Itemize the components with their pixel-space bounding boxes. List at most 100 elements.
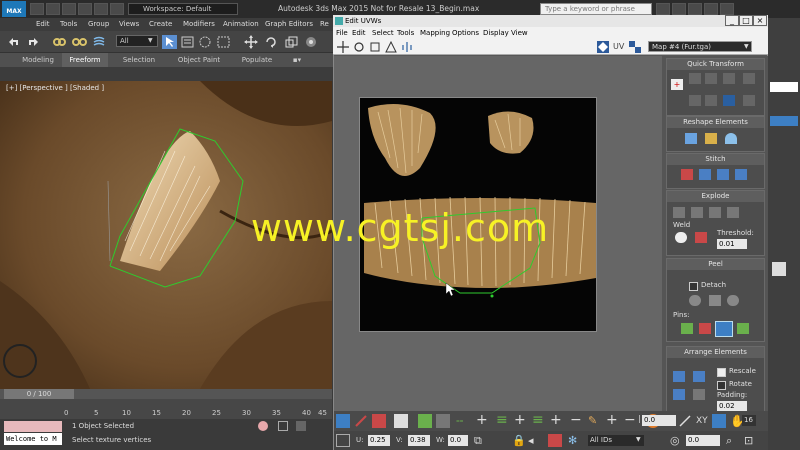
menu-rendering[interactable]: Re xyxy=(320,18,329,31)
show-hidden-icon[interactable]: ⧉ xyxy=(474,434,488,447)
link-icon[interactable] xyxy=(52,35,67,49)
shrink-selection-icon[interactable] xyxy=(436,414,450,428)
mirror-icon[interactable] xyxy=(401,41,413,53)
tab-selection[interactable]: Selection xyxy=(114,53,164,67)
bind-spacewarp-icon[interactable] xyxy=(92,35,107,49)
rollout-title[interactable]: Peel xyxy=(667,259,764,270)
cube-icon[interactable] xyxy=(772,262,786,276)
modifier-stack-selected[interactable] xyxy=(770,116,798,126)
menu-create[interactable]: Create xyxy=(149,18,172,31)
shrink-loop-icon[interactable]: ≡ xyxy=(496,413,510,427)
open-file-icon[interactable] xyxy=(46,3,60,15)
undo-arrow-icon[interactable] xyxy=(6,35,21,49)
uvw-menu-file[interactable]: File xyxy=(336,27,348,39)
paint-select-icon[interactable]: ✎ xyxy=(588,414,602,428)
uv-axis-label[interactable]: UV xyxy=(613,42,624,51)
loop-select-icon[interactable]: ≡ xyxy=(532,413,546,427)
ring-icon[interactable]: + xyxy=(514,413,528,427)
rotate-plus-90-icon[interactable] xyxy=(723,95,735,106)
straighten-icon[interactable] xyxy=(685,133,697,144)
detach-edge-icon[interactable] xyxy=(691,207,703,218)
menu-group[interactable]: Group xyxy=(88,18,109,31)
stitch-to-target-icon[interactable] xyxy=(681,169,693,180)
set-pivot-icon[interactable]: + xyxy=(671,79,683,90)
grow-selection-icon[interactable] xyxy=(418,414,432,428)
star-icon[interactable] xyxy=(704,3,718,15)
user-icon[interactable] xyxy=(688,3,702,15)
linear-align-icon[interactable] xyxy=(723,73,735,84)
reset-peel-icon[interactable] xyxy=(727,295,739,306)
limit-by-edge-icon[interactable] xyxy=(712,414,726,428)
align-vertical-icon[interactable] xyxy=(705,73,717,84)
absolute-offset-icon[interactable] xyxy=(336,434,350,447)
maxscript-mini-listener[interactable]: Welcome to M xyxy=(4,433,62,445)
rollout-title[interactable]: Explode xyxy=(667,191,764,202)
lock-selection-icon[interactable] xyxy=(258,421,268,431)
rotate-vertex-icon[interactable] xyxy=(353,41,365,53)
filter-selected-faces-icon[interactable] xyxy=(548,434,562,447)
place-icon[interactable] xyxy=(304,35,319,49)
flatten-icon[interactable] xyxy=(709,207,721,218)
uvw-menu-tools[interactable]: Tools xyxy=(397,27,414,39)
grow-loop-icon[interactable]: + xyxy=(476,413,490,427)
ribbon-options-icon[interactable]: ▪▾ xyxy=(288,53,306,67)
maximize-button[interactable]: □ xyxy=(739,15,753,26)
pin-selected-icon[interactable] xyxy=(681,323,693,334)
menu-edit[interactable]: Edit xyxy=(36,18,50,31)
close-button[interactable]: × xyxy=(753,15,767,26)
detach-checkbox[interactable] xyxy=(689,282,698,291)
info-icon[interactable] xyxy=(720,3,734,15)
save-file-icon[interactable] xyxy=(62,3,76,15)
menu-modifiers[interactable]: Modifiers xyxy=(183,18,215,31)
xy-space-label[interactable]: XY xyxy=(696,416,708,426)
select-object-icon[interactable] xyxy=(162,35,177,49)
zoom-region-icon[interactable]: ⊡ xyxy=(744,434,758,447)
relax-icon[interactable] xyxy=(705,133,717,144)
vertex-subobject-icon[interactable] xyxy=(336,414,350,428)
rollout-title[interactable]: Stitch xyxy=(667,154,764,165)
redo-arrow-icon[interactable] xyxy=(26,35,41,49)
blend-icon[interactable]: ◎ xyxy=(670,434,684,447)
menu-tools[interactable]: Tools xyxy=(60,18,77,31)
maxscript-listener-output[interactable] xyxy=(4,421,62,432)
rollout-title[interactable]: Reshape Elements xyxy=(667,117,764,128)
break-icon[interactable] xyxy=(673,207,685,218)
selection-region-icon[interactable] xyxy=(198,35,213,49)
rotate-checkbox[interactable] xyxy=(717,381,726,390)
uvw-menu-edit[interactable]: Edit xyxy=(352,27,366,39)
rescale-elements-icon[interactable] xyxy=(693,389,705,400)
space-horizontal-icon[interactable] xyxy=(743,73,755,84)
v-coordinate-input[interactable]: 0.38 xyxy=(408,435,430,446)
uvw-menu-select[interactable]: Select xyxy=(372,27,394,39)
weld-selected-icon[interactable] xyxy=(675,232,687,243)
absolute-mode-icon[interactable] xyxy=(278,421,288,431)
rotate-minus-90-icon[interactable] xyxy=(705,95,717,106)
uvw-menu-view[interactable]: View xyxy=(511,27,528,39)
expand-loop-icon[interactable]: ╌ xyxy=(456,414,470,428)
menu-graph-editors[interactable]: Graph Editors xyxy=(265,18,313,31)
zoom-level[interactable]: 16 xyxy=(742,415,756,426)
target-weld-icon[interactable] xyxy=(695,232,707,243)
lock-icon[interactable]: 🔒 xyxy=(512,434,526,447)
relax-settings-icon[interactable] xyxy=(725,133,737,144)
undo-icon[interactable] xyxy=(78,3,92,15)
peel-mode-icon[interactable] xyxy=(709,295,721,306)
padding-input[interactable]: 0.02 xyxy=(717,401,747,411)
rollout-title[interactable]: Quick Transform xyxy=(667,59,764,70)
pack-together-icon[interactable] xyxy=(693,371,705,382)
enlarge-brush-icon[interactable]: + xyxy=(606,413,620,427)
search-input[interactable]: Type a keyword or phrase xyxy=(540,3,652,15)
tab-object-paint[interactable]: Object Paint xyxy=(172,53,226,67)
menu-animation[interactable]: Animation xyxy=(223,18,259,31)
shrink-brush-icon[interactable]: − xyxy=(624,413,638,427)
stitch-to-average-icon[interactable] xyxy=(699,169,711,180)
uv-checker-icon[interactable] xyxy=(629,41,641,53)
ring-grow-icon[interactable]: + xyxy=(550,413,564,427)
workspace-dropdown[interactable]: Workspace: Default xyxy=(128,3,238,15)
freeform-icon[interactable] xyxy=(385,41,397,53)
move-icon[interactable] xyxy=(244,35,259,49)
scale-vertex-icon[interactable] xyxy=(369,41,381,53)
unpin-selected-icon[interactable] xyxy=(699,323,711,334)
new-file-icon[interactable] xyxy=(30,3,44,15)
pack-normalize-icon[interactable] xyxy=(673,371,685,382)
